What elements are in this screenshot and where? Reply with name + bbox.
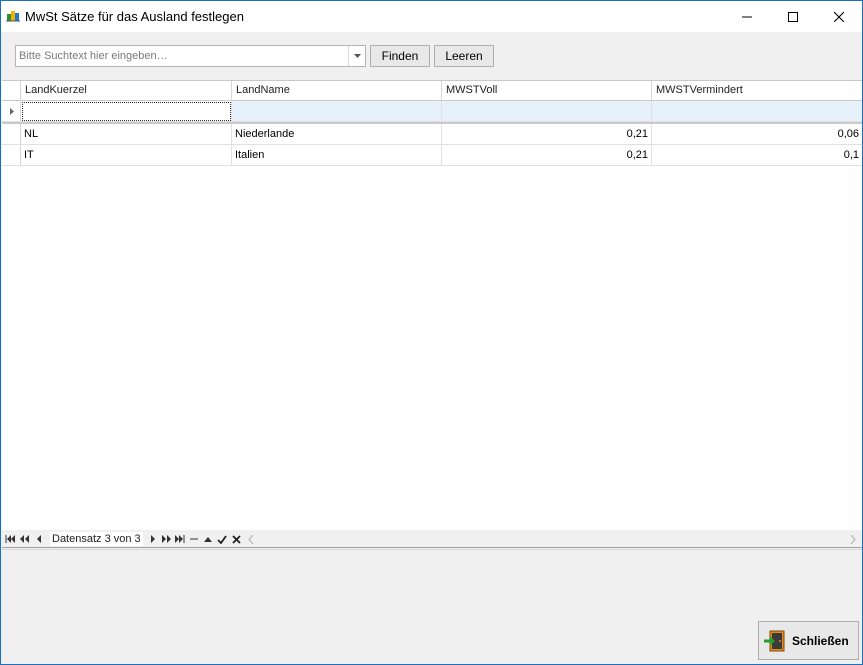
filter-row bbox=[2, 101, 862, 122]
minimize-button[interactable] bbox=[724, 1, 770, 32]
chevron-down-icon bbox=[353, 54, 361, 58]
column-header-mwstvermindert[interactable]: MWSTVermindert bbox=[652, 81, 862, 101]
checkmark-icon bbox=[217, 534, 227, 544]
cell-landname[interactable]: Italien bbox=[232, 145, 442, 166]
cell-mwstvoll[interactable]: 0,21 bbox=[442, 124, 652, 145]
window-title: MwSt Sätze für das Ausland festlegen bbox=[25, 9, 244, 24]
row-indicator bbox=[2, 124, 21, 145]
filter-cell-landkuerzel[interactable] bbox=[21, 101, 232, 122]
dialog-window: MwSt Sätze für das Ausland festlegen Fin… bbox=[0, 0, 863, 665]
nav-next-page-button[interactable] bbox=[161, 533, 171, 545]
cell-landname[interactable]: Niederlande bbox=[232, 124, 442, 145]
filter-cell-mwstvermindert[interactable] bbox=[652, 101, 862, 122]
nav-next-button[interactable] bbox=[147, 533, 157, 545]
next-page-icon bbox=[161, 535, 171, 543]
row-indicator bbox=[2, 101, 21, 122]
column-header-landname[interactable]: LandName bbox=[232, 81, 442, 101]
chevron-right-icon bbox=[850, 534, 856, 544]
row-indicator bbox=[2, 145, 21, 166]
nav-save-button[interactable] bbox=[217, 533, 227, 545]
title-bar: MwSt Sätze für das Ausland festlegen bbox=[1, 1, 862, 32]
search-combobox[interactable] bbox=[15, 45, 366, 67]
first-record-icon bbox=[5, 535, 15, 543]
search-input[interactable] bbox=[16, 46, 349, 66]
close-button-label: Schließen bbox=[792, 633, 849, 648]
next-record-icon bbox=[150, 535, 155, 543]
cell-mwstvermindert[interactable]: 0,1 bbox=[652, 145, 862, 166]
minimize-icon bbox=[742, 16, 752, 17]
record-navigator: Datensatz 3 von 3 bbox=[2, 530, 862, 548]
scroll-right-button[interactable] bbox=[848, 533, 858, 545]
cancel-icon bbox=[231, 534, 241, 544]
cell-landkuerzel[interactable]: IT bbox=[21, 145, 232, 166]
find-button[interactable]: Finden bbox=[370, 45, 430, 67]
previous-page-icon bbox=[19, 535, 29, 543]
column-header-landkuerzel[interactable]: LandKuerzel bbox=[21, 81, 232, 101]
close-window-button[interactable] bbox=[816, 1, 862, 32]
nav-prev-page-button[interactable] bbox=[19, 533, 29, 545]
cell-mwstvoll[interactable]: 0,21 bbox=[442, 145, 652, 166]
table-row[interactable]: IT Italien 0,21 0,1 bbox=[2, 145, 862, 166]
nav-prev-button[interactable] bbox=[34, 533, 44, 545]
header-corner bbox=[2, 81, 21, 101]
close-icon bbox=[834, 11, 844, 22]
maximize-button[interactable] bbox=[770, 1, 816, 32]
minus-icon bbox=[190, 538, 198, 540]
clear-button[interactable]: Leeren bbox=[434, 45, 494, 67]
app-icon bbox=[6, 11, 20, 22]
data-grid[interactable]: LandKuerzel LandName MWSTVoll MWSTVermin… bbox=[2, 80, 862, 530]
nav-cancel-button[interactable] bbox=[231, 533, 241, 545]
filter-cell-landname[interactable] bbox=[232, 101, 442, 122]
maximize-icon bbox=[788, 11, 798, 22]
nav-edit-button[interactable] bbox=[203, 533, 213, 545]
previous-record-icon bbox=[36, 535, 41, 543]
scroll-left-button[interactable] bbox=[246, 533, 256, 545]
triangle-up-icon bbox=[204, 537, 212, 542]
column-header-mwstvoll[interactable]: MWSTVoll bbox=[442, 81, 652, 101]
row-pointer-icon bbox=[10, 108, 14, 115]
filter-cell-mwstvoll[interactable] bbox=[442, 101, 652, 122]
nav-first-button[interactable] bbox=[5, 533, 15, 545]
table-row[interactable]: NL Niederlande 0,21 0,06 bbox=[2, 124, 862, 145]
search-dropdown-button[interactable] bbox=[348, 46, 365, 66]
cell-mwstvermindert[interactable]: 0,06 bbox=[652, 124, 862, 145]
grid-header: LandKuerzel LandName MWSTVoll MWSTVermin… bbox=[2, 81, 862, 101]
close-button[interactable]: Schließen bbox=[758, 621, 859, 660]
footer-panel: Schließen bbox=[2, 549, 862, 664]
last-record-icon bbox=[175, 535, 185, 543]
cell-landkuerzel[interactable]: NL bbox=[21, 124, 232, 145]
search-toolbar: Finden Leeren bbox=[1, 32, 862, 80]
record-position-label: Datensatz 3 von 3 bbox=[50, 532, 143, 546]
exit-door-icon bbox=[764, 630, 785, 651]
nav-delete-button[interactable] bbox=[189, 533, 199, 545]
chevron-left-icon bbox=[248, 534, 254, 544]
nav-last-button[interactable] bbox=[175, 533, 185, 545]
